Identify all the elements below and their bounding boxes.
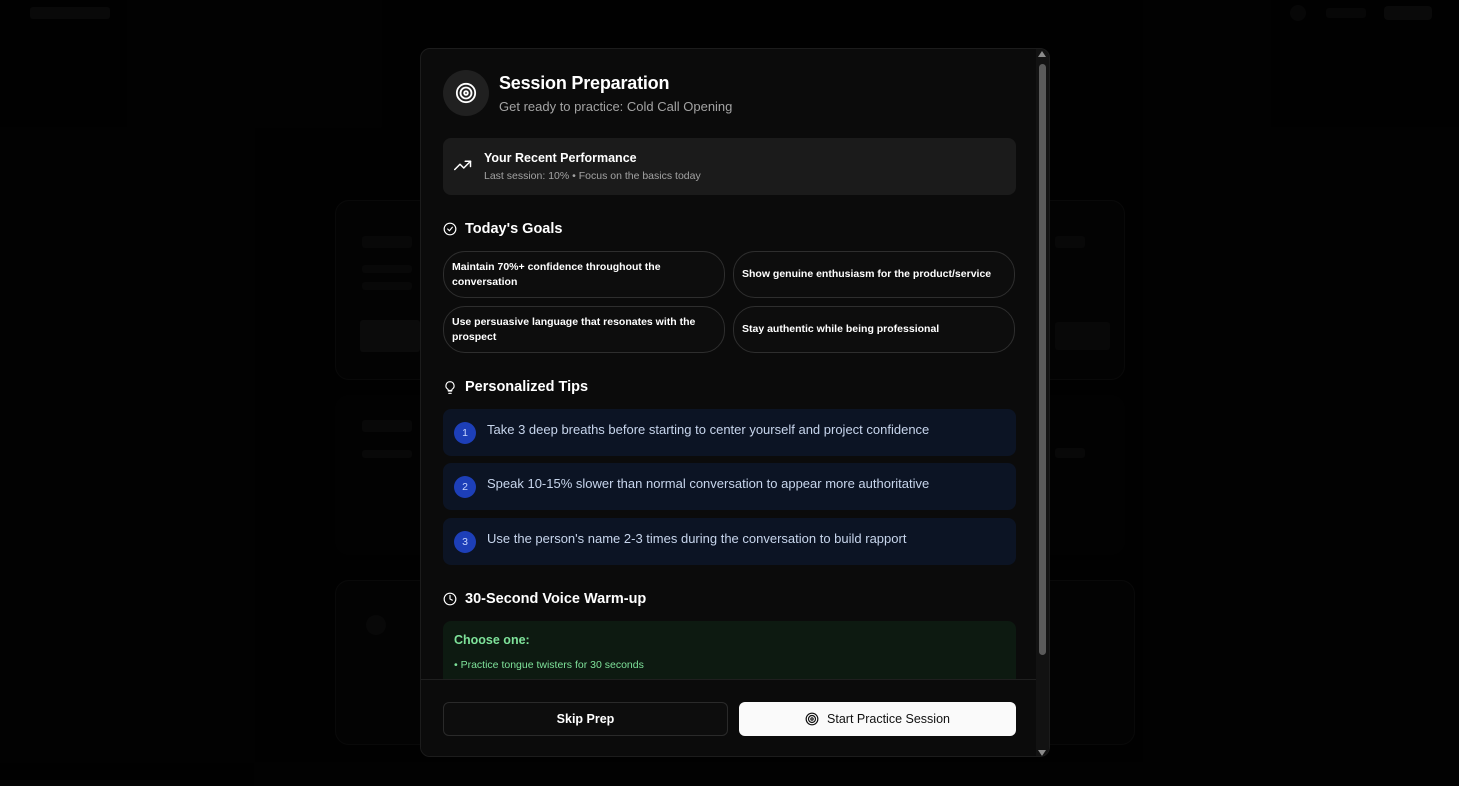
recent-performance-card: Your Recent Performance Last session: 10… [443,138,1016,195]
target-icon [805,712,819,726]
clock-icon [443,592,457,606]
start-practice-label: Start Practice Session [827,712,950,726]
goal-item: Show genuine enthusiasm for the product/… [733,251,1015,298]
tip-number-badge: 2 [454,476,476,498]
tip-text: Take 3 deep breaths before starting to c… [487,422,930,437]
tip-item: 1 Take 3 deep breaths before starting to… [443,409,1016,456]
goals-heading-label: Today's Goals [465,221,563,237]
skip-prep-button[interactable]: Skip Prep [443,702,728,736]
tip-number-badge: 1 [454,422,476,444]
warmup-heading: 30-Second Voice Warm-up [443,591,646,607]
modal-footer: Skip Prep Start Practice Session [421,679,1038,756]
modal-scrollbar[interactable] [1036,49,1049,756]
goal-item: Stay authentic while being professional [733,306,1015,353]
tip-item: 3 Use the person's name 2-3 times during… [443,518,1016,565]
warmup-choose-label: Choose one: [454,633,530,647]
target-icon [455,82,477,104]
header-icon-badge [443,70,489,116]
scroll-down-arrow-icon[interactable] [1038,750,1046,756]
performance-summary: Last session: 10% • Focus on the basics … [484,170,701,182]
warmup-heading-label: 30-Second Voice Warm-up [465,591,647,607]
tip-number-badge: 3 [454,531,476,553]
modal-subtitle: Get ready to practice: Cold Call Opening [499,99,733,114]
check-circle-icon [443,222,457,236]
session-prep-modal: Session Preparation Get ready to practic… [420,48,1050,757]
scroll-up-arrow-icon[interactable] [1038,51,1046,57]
tips-heading-label: Personalized Tips [465,379,589,395]
tip-text: Speak 10-15% slower than normal conversa… [487,476,930,491]
goals-heading: Today's Goals [443,221,562,237]
tip-item: 2 Speak 10-15% slower than normal conver… [443,463,1016,510]
performance-title: Your Recent Performance [484,151,637,165]
goal-item: Maintain 70%+ confidence throughout the … [443,251,725,298]
warmup-card: Choose one: • Practice tongue twisters f… [443,621,1016,679]
trending-up-icon [454,160,472,171]
tips-heading: Personalized Tips [443,379,588,395]
scrollbar-thumb[interactable] [1039,64,1046,655]
lightbulb-icon [445,380,455,394]
tip-text: Use the person's name 2-3 times during t… [487,531,907,546]
start-practice-button[interactable]: Start Practice Session [739,702,1016,736]
modal-title: Session Preparation [499,73,670,93]
warmup-option: • Practice tongue twisters for 30 second… [454,659,644,671]
modal-content[interactable]: Session Preparation Get ready to practic… [421,49,1038,679]
goal-item: Use persuasive language that resonates w… [443,306,725,353]
